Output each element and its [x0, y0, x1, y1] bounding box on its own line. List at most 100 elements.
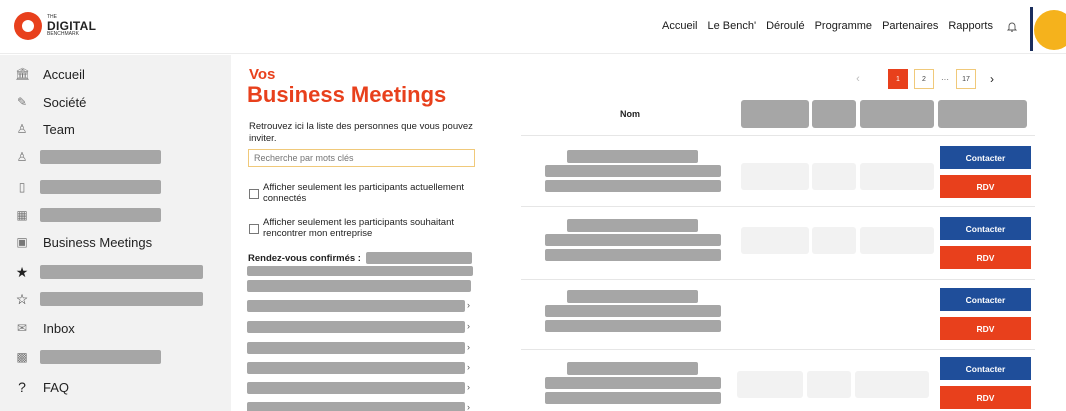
rdv-button[interactable]: RDV	[940, 386, 1031, 409]
avatar[interactable]	[1034, 10, 1066, 50]
pagination: ‹ 1 2 ··· 17 ›	[848, 69, 1008, 89]
filter-connected[interactable]: Afficher seulement les participants actu…	[249, 182, 483, 204]
nav-deroule[interactable]: Déroulé	[766, 20, 805, 32]
sidebar-item-redacted-5[interactable]: ☆	[0, 285, 231, 313]
question-icon: ?	[18, 379, 26, 395]
sidebar-item-redacted-6[interactable]: ▩	[0, 343, 231, 371]
table-cell	[812, 227, 856, 254]
redacted-text	[545, 377, 721, 389]
chevron-right-icon: ›	[467, 402, 470, 411]
sidebar-item-societe[interactable]: ✎ Société	[0, 88, 231, 116]
redacted-text	[545, 180, 721, 192]
column-header-redacted	[812, 100, 856, 128]
redacted-text	[545, 249, 721, 261]
prev-page-icon[interactable]: ‹	[848, 69, 868, 89]
calendar-icon: ▦	[16, 208, 28, 222]
redacted-label	[40, 180, 161, 194]
nav-partenaires[interactable]: Partenaires	[882, 20, 938, 32]
confirmed-meeting-item[interactable]	[247, 362, 465, 374]
confirmed-meeting-item[interactable]	[247, 402, 465, 411]
sidebar-item-label: Business Meetings	[43, 234, 153, 250]
redacted-label	[40, 150, 161, 164]
redacted-text	[545, 392, 721, 404]
sidebar-item-redacted-2[interactable]: ▯	[0, 173, 231, 201]
redacted-label	[40, 292, 203, 306]
redacted-name	[567, 150, 698, 163]
sidebar-item-redacted-1[interactable]: ♙	[0, 143, 231, 171]
table-cell	[860, 163, 934, 190]
redacted-text	[247, 280, 471, 292]
logo-mark-icon	[14, 12, 42, 40]
column-header-redacted	[938, 100, 1027, 128]
sidebar-item-faq[interactable]: ? FAQ	[0, 373, 231, 401]
contact-button[interactable]: Contacter	[940, 217, 1031, 240]
filter-wants-meeting-label: Afficher seulement les participants souh…	[263, 217, 454, 239]
chevron-right-icon: ›	[467, 342, 470, 352]
confirmed-meeting-item[interactable]	[247, 342, 465, 354]
rdv-button[interactable]: RDV	[940, 246, 1031, 269]
page-button[interactable]: 2	[914, 69, 934, 89]
table-cell	[741, 163, 809, 190]
nav-le-bench[interactable]: Le Bench'	[707, 20, 756, 32]
nav-accueil[interactable]: Accueil	[662, 20, 697, 32]
table-cell	[741, 227, 809, 254]
confirmed-meeting-item[interactable]	[247, 321, 465, 333]
sidebar-item-redacted-4[interactable]: ★	[0, 258, 231, 286]
redacted-text	[545, 165, 721, 177]
sidebar: 🏛 Accueil ✎ Société ♙ Team ♙ ▯ ▦ ▣ Busin…	[0, 55, 231, 411]
redacted-name	[567, 362, 698, 375]
person-icon: ♙	[16, 150, 28, 164]
chevron-right-icon: ›	[467, 382, 470, 392]
qr-icon: ▩	[16, 350, 28, 364]
page-kicker: Vos	[249, 66, 276, 83]
chevron-right-icon: ›	[467, 300, 470, 310]
pencil-icon: ✎	[16, 95, 28, 109]
row-divider	[521, 135, 1035, 136]
page-button-current[interactable]: 1	[888, 69, 908, 89]
confirmed-meeting-item[interactable]	[247, 382, 465, 394]
star-outline-icon: ☆	[15, 290, 29, 307]
row-divider	[521, 349, 1035, 350]
sidebar-item-team[interactable]: ♙ Team	[0, 115, 231, 143]
table-cell	[860, 227, 934, 254]
contact-button[interactable]: Contacter	[940, 288, 1031, 311]
top-nav: Accueil Le Bench' Déroulé Programme Part…	[662, 20, 1003, 32]
table-cell	[812, 163, 856, 190]
next-page-icon[interactable]: ›	[982, 69, 1002, 89]
rdv-button[interactable]: RDV	[940, 175, 1031, 198]
brand-logo[interactable]: THE DIGITAL BENCHMARK	[14, 12, 96, 40]
intro-text: Retrouvez ici la liste des personnes que…	[249, 121, 473, 144]
rdv-button[interactable]: RDV	[940, 317, 1031, 340]
sidebar-item-label: Inbox	[43, 320, 75, 336]
filter-connected-label: Afficher seulement les participants actu…	[263, 182, 465, 204]
sidebar-item-label: Société	[43, 94, 87, 110]
filter-wants-meeting[interactable]: Afficher seulement les participants souh…	[249, 217, 483, 239]
sidebar-item-accueil[interactable]: 🏛 Accueil	[0, 60, 231, 88]
filter-wants-meeting-checkbox[interactable]	[249, 224, 259, 234]
contact-button[interactable]: Contacter	[940, 146, 1031, 169]
redacted-label	[40, 350, 161, 364]
bell-icon[interactable]	[1006, 21, 1018, 33]
sidebar-item-business-meetings[interactable]: ▣ Business Meetings	[0, 228, 231, 256]
page-button-last[interactable]: 17	[956, 69, 976, 89]
redacted-text	[545, 320, 721, 332]
sidebar-item-label: Accueil	[43, 66, 85, 82]
contact-button[interactable]: Contacter	[940, 357, 1031, 380]
confirmed-meeting-item[interactable]	[247, 300, 465, 312]
bank-icon: 🏛	[15, 67, 31, 81]
redacted-name	[567, 219, 698, 232]
redacted-label	[40, 208, 161, 222]
redacted-text	[545, 305, 721, 317]
team-icon: ♙	[16, 122, 28, 136]
filter-connected-checkbox[interactable]	[249, 189, 259, 199]
column-header-nom: Nom	[620, 109, 640, 119]
nav-programme[interactable]: Programme	[815, 20, 872, 32]
top-header: THE DIGITAL BENCHMARK Accueil Le Bench' …	[0, 0, 1066, 54]
sidebar-item-label: FAQ	[43, 379, 70, 395]
search-input[interactable]	[248, 149, 475, 167]
sidebar-item-inbox[interactable]: ✉ Inbox	[0, 314, 231, 342]
sidebar-item-redacted-3[interactable]: ▦	[0, 201, 231, 229]
redacted-name	[567, 290, 698, 303]
table-cell	[737, 371, 803, 398]
nav-rapports[interactable]: Rapports	[948, 20, 993, 32]
